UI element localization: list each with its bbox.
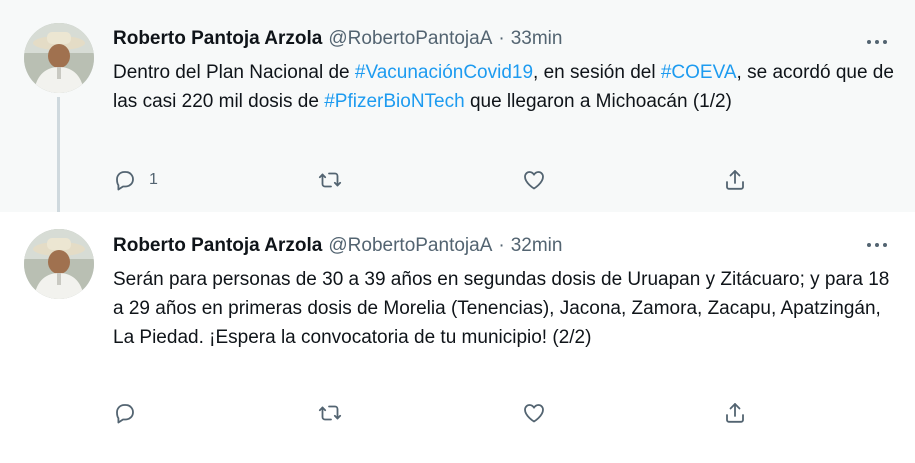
more-dot	[867, 243, 871, 247]
more-icon[interactable]	[862, 235, 892, 255]
retweet-button[interactable]	[318, 398, 342, 428]
share-icon	[726, 403, 744, 423]
retweet-icon	[318, 405, 342, 421]
timestamp[interactable]: 33min	[511, 28, 563, 50]
tweet-actions	[113, 398, 763, 428]
tweet-header: Roberto Pantoja Arzola @RobertoPantojaA …	[113, 28, 895, 50]
separator-dot: ·	[498, 28, 505, 49]
tweet-thread: Roberto Pantoja Arzola @RobertoPantojaA …	[0, 0, 915, 463]
tweet-1[interactable]: Roberto Pantoja Arzola @RobertoPantojaA …	[0, 0, 915, 223]
share-button[interactable]	[723, 165, 747, 195]
thread-connector	[57, 97, 60, 223]
hashtag-link[interactable]: #VacunaciónCovid19	[355, 62, 533, 83]
text-segment: Dentro del Plan Nacional de	[113, 62, 355, 83]
avatar[interactable]	[24, 23, 94, 93]
author-name[interactable]: Roberto Pantoja Arzola	[113, 28, 322, 50]
reply-button[interactable]	[113, 398, 137, 428]
timestamp[interactable]: 32min	[511, 235, 563, 257]
retweet-button[interactable]	[318, 165, 342, 195]
avatar[interactable]	[24, 229, 94, 299]
separator-dot: ·	[498, 235, 505, 256]
avatar-image	[24, 229, 94, 299]
tweet-text: Dentro del Plan Nacional de #VacunaciónC…	[113, 58, 895, 116]
text-segment: que llegaron a Michoacán (1/2)	[464, 91, 732, 112]
hashtag-link[interactable]: #PfizerBioNTech	[324, 91, 464, 112]
like-icon	[524, 171, 544, 190]
more-dot	[867, 40, 871, 44]
more-dot	[875, 40, 879, 44]
hashtag-link[interactable]: #COEVA	[661, 62, 737, 83]
tweet-content: Roberto Pantoja Arzola @RobertoPantojaA …	[113, 235, 895, 352]
retweet-icon	[318, 172, 342, 188]
reply-icon	[116, 404, 134, 424]
tweet-actions: 1	[113, 165, 763, 195]
reply-count: 1	[149, 171, 158, 188]
reply-icon	[116, 171, 134, 191]
share-button[interactable]	[723, 398, 747, 428]
share-icon	[726, 170, 744, 190]
author-handle[interactable]: @RobertoPantojaA	[328, 28, 492, 50]
tweet-text: Serán para personas de 30 a 39 años en s…	[113, 269, 890, 348]
author-name[interactable]: Roberto Pantoja Arzola	[113, 235, 322, 257]
tweet-header: Roberto Pantoja Arzola @RobertoPantojaA …	[113, 235, 895, 257]
more-dot	[883, 243, 887, 247]
text-segment: , en sesión del	[533, 62, 661, 83]
reply-button[interactable]: 1	[113, 165, 158, 195]
like-button[interactable]	[522, 398, 546, 428]
author-handle[interactable]: @RobertoPantojaA	[328, 235, 492, 257]
more-icon[interactable]	[862, 32, 892, 52]
like-icon	[524, 404, 544, 423]
tweet-content: Roberto Pantoja Arzola @RobertoPantojaA …	[113, 28, 895, 116]
like-button[interactable]	[522, 165, 546, 195]
more-dot	[883, 40, 887, 44]
avatar-image	[24, 23, 94, 93]
more-dot	[875, 243, 879, 247]
tweet-2[interactable]: Roberto Pantoja Arzola @RobertoPantojaA …	[0, 212, 915, 463]
